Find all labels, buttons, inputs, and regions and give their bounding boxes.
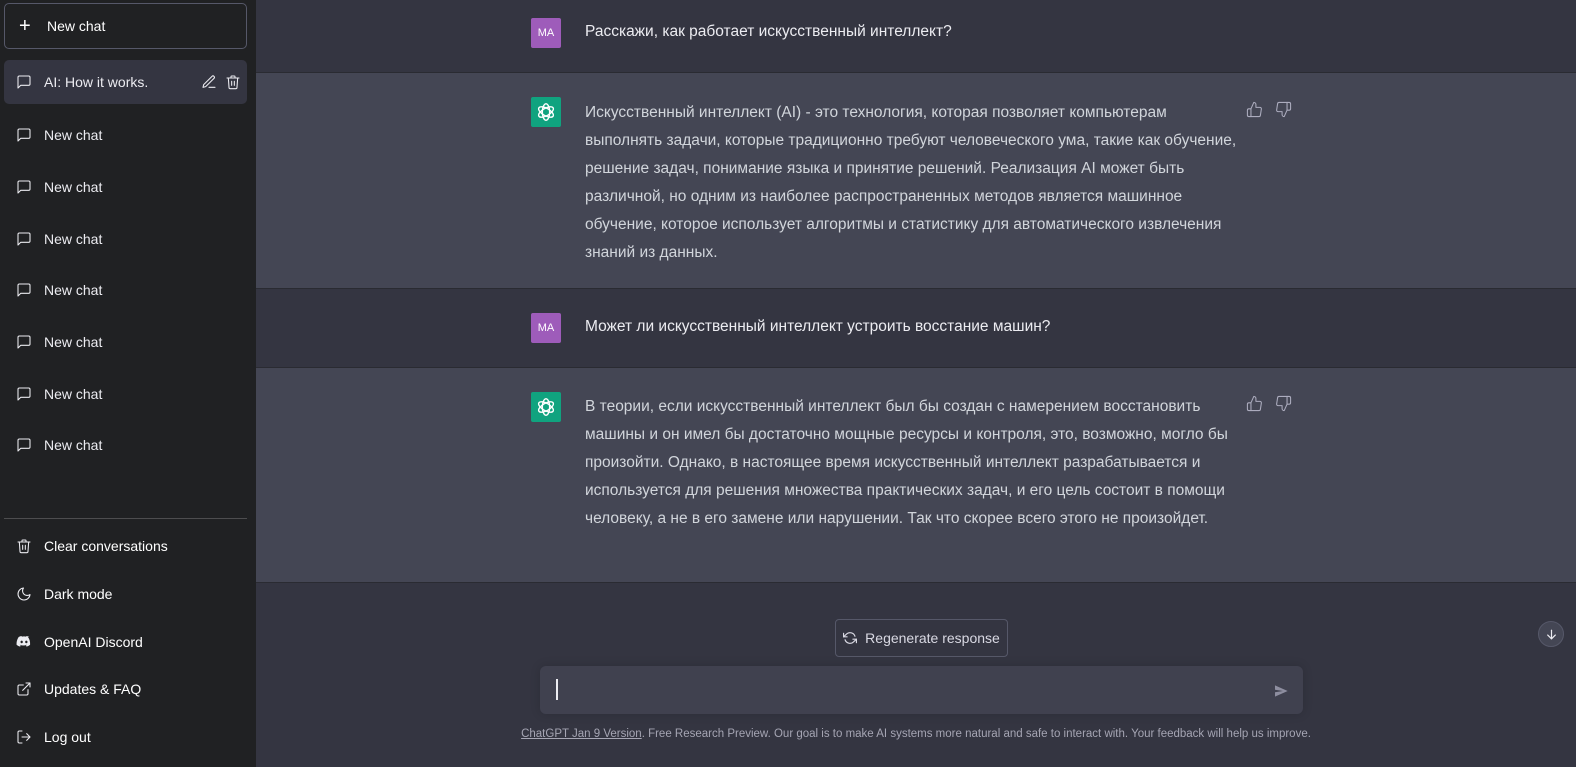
conversation-label: New chat [44,334,103,350]
message-text: В теории, если искусственный интеллект б… [585,398,1228,527]
footer-text: . Free Research Preview. Our goal is to … [641,728,1311,740]
regenerate-label: Regenerate response [865,630,1000,646]
user-message: MA Может ли искусственный интеллект устр… [256,289,1576,368]
chat-bubble-icon [16,179,32,195]
edit-icon[interactable] [201,74,217,90]
log-out-button[interactable]: Log out [4,715,247,759]
chat-bubble-icon [16,437,32,453]
refresh-icon [843,631,858,645]
conversation-item[interactable]: New chat [4,268,247,312]
chat-bubble-icon [16,74,32,90]
chat-bubble-icon [16,386,32,402]
conversation-label: AI: How it works. [44,74,149,90]
regenerate-response-button[interactable]: Regenerate response [835,619,1008,657]
conversation-label: New chat [44,386,103,402]
arrow-down-icon [1545,628,1558,641]
logout-icon [16,729,32,745]
thumbs-up-icon[interactable] [1246,101,1263,118]
updates-faq-link[interactable]: Updates & FAQ [4,667,247,711]
user-avatar: MA [531,313,561,343]
discord-icon [16,634,32,650]
chat-bubble-icon [16,231,32,247]
footer-disclaimer: ChatGPT Jan 9 Version. Free Research Pre… [256,728,1576,740]
openai-discord-link[interactable]: OpenAI Discord [4,620,247,664]
chat-bubble-icon [16,334,32,350]
conversation-item[interactable]: New chat [4,217,247,261]
message-text: Расскажи, как работает искусственный инт… [585,23,952,40]
scroll-to-bottom-button[interactable] [1538,621,1564,647]
prompt-input-container [540,666,1303,714]
sidebar-divider [4,518,247,519]
external-link-icon [16,681,32,697]
openai-logo-icon [531,392,561,422]
chat-main: MA Расскажи, как работает искусственный … [256,0,1576,767]
conversation-item[interactable]: New chat [4,113,247,157]
message-text: Искусственный интеллект (AI) - это техно… [585,104,1237,261]
assistant-message: Искусственный интеллект (AI) - это техно… [256,73,1576,289]
openai-logo-icon [531,97,561,127]
updates-faq-label: Updates & FAQ [44,681,142,697]
thumbs-down-icon[interactable] [1275,395,1292,412]
sidebar: + New chat AI: How it works. New chat Ne… [0,0,256,767]
conversation-item[interactable]: New chat [4,423,247,467]
clear-conversations-button[interactable]: Clear conversations [4,524,247,568]
assistant-message: В теории, если искусственный интеллект б… [256,368,1576,583]
chat-bubble-icon [16,127,32,143]
openai-discord-label: OpenAI Discord [44,634,143,650]
chat-bubble-icon [16,282,32,298]
new-chat-label: New chat [47,18,106,34]
trash-icon [16,538,32,554]
clear-conversations-label: Clear conversations [44,538,168,554]
new-chat-button[interactable]: + New chat [4,3,247,49]
conversation-item[interactable]: New chat [4,165,247,209]
prompt-input[interactable] [554,679,1254,703]
user-message: MA Расскажи, как работает искусственный … [256,0,1576,73]
message-text: Может ли искусственный интеллект устроит… [585,318,1051,335]
user-avatar: MA [531,18,561,48]
conversation-label: New chat [44,231,103,247]
moon-icon [16,586,32,602]
thumbs-up-icon[interactable] [1246,395,1263,412]
thumbs-down-icon[interactable] [1275,101,1292,118]
plus-icon: + [19,15,31,37]
conversation-item[interactable]: New chat [4,372,247,416]
conversation-label: New chat [44,437,103,453]
conversation-item[interactable]: New chat [4,320,247,364]
conversation-label: New chat [44,179,103,195]
conversation-label: New chat [44,282,103,298]
conversation-item-active[interactable]: AI: How it works. [4,60,247,104]
send-icon[interactable] [1273,683,1289,699]
dark-mode-label: Dark mode [44,586,113,602]
delete-icon[interactable] [225,74,241,90]
dark-mode-button[interactable]: Dark mode [4,572,247,616]
version-link[interactable]: ChatGPT Jan 9 Version [521,728,642,740]
log-out-label: Log out [44,729,91,745]
conversation-label: New chat [44,127,103,143]
